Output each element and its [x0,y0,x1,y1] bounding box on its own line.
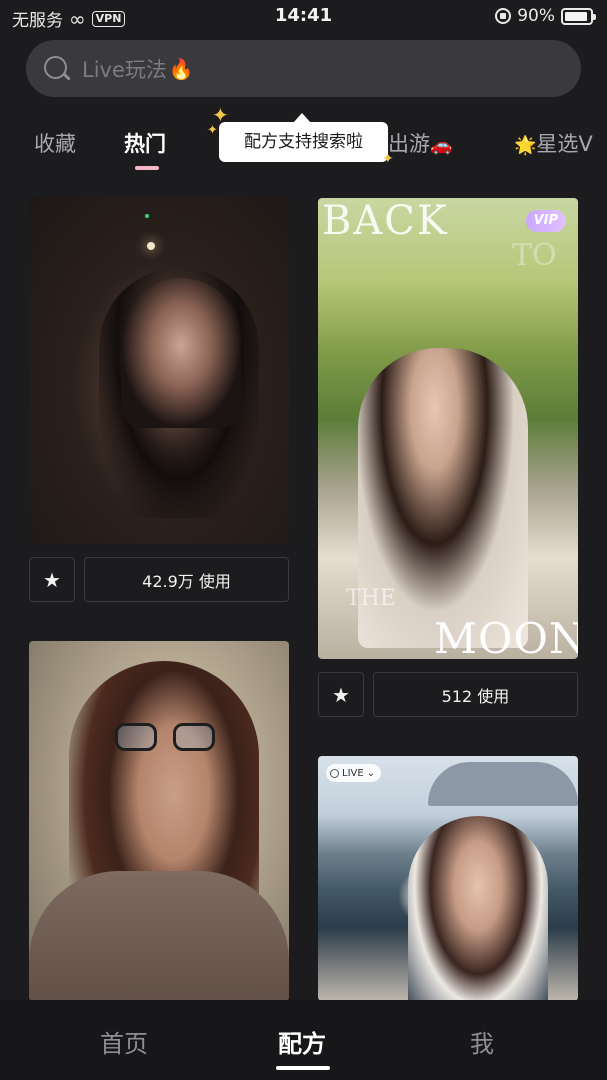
indicator-light [145,214,149,218]
recipe-card-image[interactable] [29,641,289,1001]
fire-icon: 🔥 [168,56,194,81]
star-icon: ★ [43,567,61,592]
tab-hot[interactable]: 热门 [124,128,166,158]
bottom-nav: 首页 配方 我 [0,1000,607,1080]
star-glow-icon: 🌟 [514,135,537,156]
photo-subject [408,816,548,1001]
sparkle-icon: ✦ [212,103,229,127]
sparkle-icon: ✦ [382,151,394,167]
status-bar: 无服务 ∞ VPN 14:41 90% [0,0,607,34]
tab-favorites[interactable]: 收藏 [34,128,76,158]
car-icon: 🚗 [430,135,453,156]
live-badge[interactable]: LIVE ⌄ [326,764,382,782]
live-photo-icon [330,768,339,778]
sparkle-icon: ✦ [207,123,218,138]
tab-label: 热门 [124,132,166,156]
nav-me[interactable]: 我 [470,1024,494,1059]
photo-subject-body [29,871,289,1001]
battery-percent: 90% [517,6,555,26]
tab-label: 星选V [536,132,593,156]
status-right: 90% [495,6,596,26]
search-bar[interactable]: Live玩法 🔥 [26,40,581,97]
tab-label: 收藏 [34,132,76,156]
battery-icon [561,7,596,25]
overlay-text-back: BACK [322,198,449,244]
vip-badge: VIP [525,210,566,232]
active-tab-indicator [135,166,159,170]
tab-travel[interactable]: 出游🚗 [388,128,452,158]
photo-subject-face [121,278,241,428]
chevron-down-icon: ⌄ [366,767,376,779]
recipe-card-image[interactable]: LIVE ⌄ [318,756,578,1001]
overlay-text-to: TO [512,238,557,273]
live-badge-label: LIVE [342,767,364,779]
use-recipe-button[interactable]: 512 使用 [373,672,578,717]
glasses-detail [115,723,215,753]
overlay-text-moon: MOON [434,614,578,659]
recipe-card-image[interactable] [29,198,289,544]
star-icon: ★ [332,682,350,707]
lamp-light [147,242,155,250]
use-count: 512 使用 [441,686,510,706]
orientation-lock-icon [495,8,512,24]
active-nav-indicator [276,1066,330,1070]
background-building [428,762,578,806]
recipe-card-image[interactable]: BACK TO THE MOON VIP [318,198,578,659]
search-placeholder: Live玩法 [82,57,167,82]
search-tooltip[interactable]: 配方支持搜索啦 [219,113,388,162]
search-icon [42,54,72,84]
tab-star-select[interactable]: 🌟星选V [514,128,593,158]
battery-fill [565,11,587,21]
favorite-button[interactable]: ★ [318,672,364,717]
nav-recipes[interactable]: 配方 [278,1024,326,1059]
use-recipe-button[interactable]: 42.9万 使用 [84,557,289,602]
use-count: 42.9万 使用 [142,571,231,591]
overlay-text-the: THE [346,586,396,611]
tab-label: 出游 [388,132,430,156]
nav-home[interactable]: 首页 [100,1024,148,1059]
favorite-button[interactable]: ★ [29,557,75,602]
